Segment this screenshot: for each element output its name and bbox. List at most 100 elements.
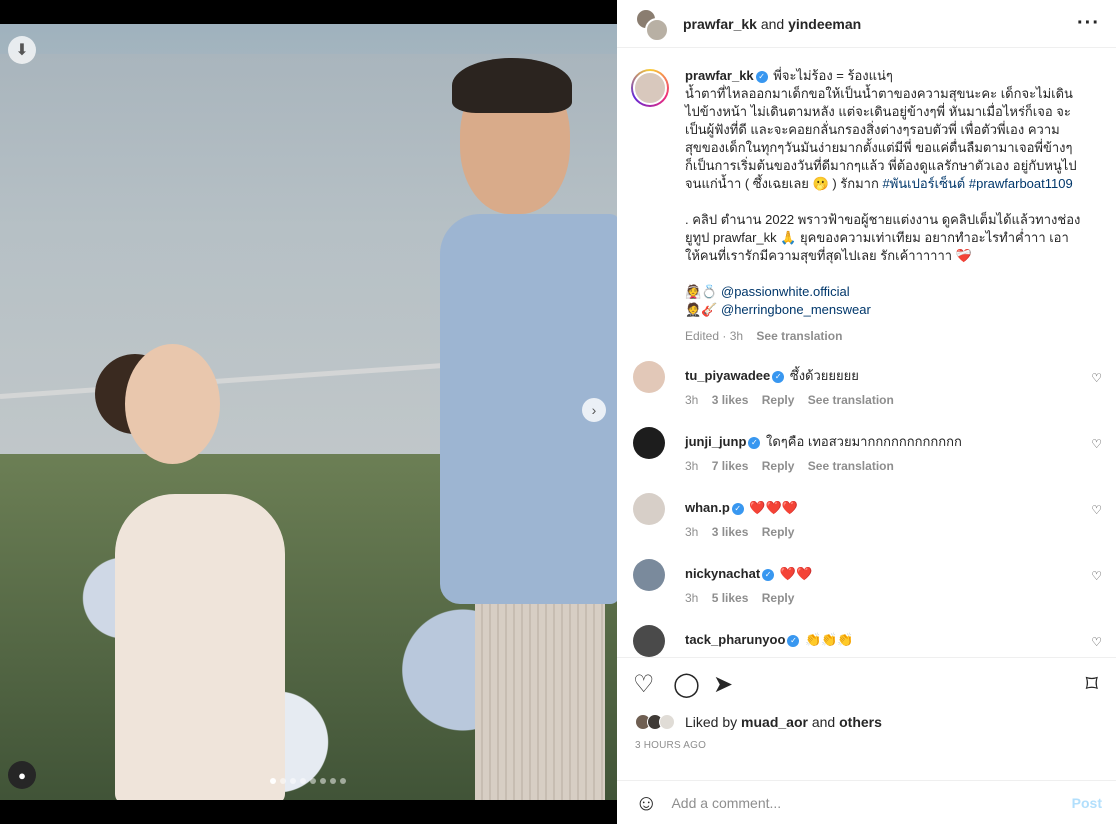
comment-icon[interactable]: ◯ [673, 670, 700, 699]
verified-icon: ✓ [731, 503, 744, 515]
caption-body: พี่จะไม่ร้อง = ร้องแน่ๆ น้ำตาที่ไหลออกมา… [685, 68, 1077, 191]
post-time[interactable]: 3 HOURS AGO [617, 740, 1116, 751]
verified-icon: ✓ [762, 569, 775, 581]
collab-avatars[interactable] [635, 4, 675, 44]
caption-username[interactable]: prawfar_kk [685, 68, 754, 83]
carousel-dots [270, 778, 346, 784]
caption-avatar[interactable] [631, 69, 669, 107]
likes-row: Liked by muad_aor and others [617, 708, 1116, 736]
comment-input[interactable] [671, 795, 1052, 811]
carousel-dot [290, 778, 296, 784]
more-icon[interactable]: ··· [1077, 12, 1100, 35]
comment-like-icon[interactable]: ♡ [1091, 371, 1102, 385]
comment-time: 3h [685, 591, 699, 605]
comment-username[interactable]: nickynachat [685, 566, 760, 581]
post-button[interactable]: Post [1072, 795, 1102, 811]
reply-button[interactable]: Reply [762, 525, 795, 539]
photo-pants [475, 604, 605, 800]
hashtag-link[interactable]: #พันเปอร์เซ็นต์ [882, 176, 965, 191]
comment-item: whan.p ✓ ❤️❤️❤️ 3h 3 likes Reply ♡ [617, 493, 1116, 559]
collab-names: prawfar_kk and yindeeman [683, 16, 861, 32]
header-user-link[interactable]: yindeeman [788, 16, 861, 32]
avatar[interactable] [633, 427, 665, 459]
credit-emoji: 👰💍 [685, 284, 718, 299]
avatar[interactable] [633, 361, 665, 393]
carousel-dot [310, 778, 316, 784]
comment-meta: 3h 3 likes Reply See translation [685, 393, 1100, 407]
comment-text: whan.p ✓ ❤️❤️❤️ [685, 493, 1100, 517]
mention-link[interactable]: @passionwhite.official [721, 284, 850, 299]
comment-text: tu_piyawadee ✓ ซึ้งด้วยยยยย [685, 361, 1100, 385]
action-icons: ♡ ◯ ➤ ⌑ [617, 658, 1116, 708]
carousel-dot [270, 778, 276, 784]
download-icon[interactable]: ⬇ [8, 36, 36, 64]
emoji-icon[interactable]: ☺ [635, 790, 657, 816]
comment-item: nickynachat ✓ ❤️❤️ 3h 5 likes Reply ♡ [617, 559, 1116, 625]
credit-emoji: 🤵🎸 [685, 302, 718, 317]
comment-text: junji_junp ✓ ใดๆคือ เทอสวยมากกกกกกกกกกกก [685, 427, 1100, 451]
comment-text: nickynachat ✓ ❤️❤️ [685, 559, 1100, 583]
avatar[interactable] [633, 493, 665, 525]
photo-dress [115, 494, 285, 800]
comment-body: ซึ้งด้วยยยยย [789, 368, 859, 383]
comment-meta: 3h 3 likes Reply [685, 525, 1100, 539]
reply-button[interactable]: Reply [762, 393, 795, 407]
comment-like-icon[interactable]: ♡ [1091, 635, 1102, 649]
header-and: and [760, 15, 785, 32]
bookmark-icon[interactable]: ⌑ [1086, 670, 1098, 699]
post-side-panel: prawfar_kk and yindeeman ··· prawfar_kk ✓… [617, 0, 1116, 824]
avatar [645, 17, 669, 42]
comment-like-icon[interactable]: ♡ [1091, 437, 1102, 451]
carousel-dot [280, 778, 286, 784]
comment-likes[interactable]: 3 likes [712, 525, 749, 539]
see-translation-button[interactable]: See translation [756, 329, 842, 343]
comment-text: tack_pharunyoo ✓ 👏👏👏 [685, 625, 1100, 649]
caption-text: prawfar_kk ✓ พี่จะไม่ร้อง = ร้องแน่ๆ น้ำต… [685, 67, 1100, 319]
next-arrow-icon[interactable]: › [582, 398, 606, 422]
comments-list: tu_piyawadee ✓ ซึ้งด้วยยยยย 3h 3 likes Re… [617, 361, 1116, 657]
carousel-dot [320, 778, 326, 784]
post-media[interactable] [0, 24, 617, 800]
comment-username[interactable]: whan.p [685, 500, 730, 515]
comment-like-icon[interactable]: ♡ [1091, 503, 1102, 517]
likes-others-link[interactable]: others [839, 714, 882, 730]
see-translation-button[interactable]: See translation [808, 459, 894, 473]
reply-button[interactable]: Reply [762, 459, 795, 473]
comment-item: tack_pharunyoo ✓ 👏👏👏 ♡ [617, 625, 1116, 657]
header-user-link[interactable]: prawfar_kk [683, 16, 757, 32]
hashtag-link[interactable]: #prawfarboat1109 [969, 176, 1073, 191]
verified-icon: ✓ [755, 71, 768, 83]
see-translation-button[interactable]: See translation [808, 393, 894, 407]
comment-meta: 3h 7 likes Reply See translation [685, 459, 1100, 473]
comment-time: 3h [685, 525, 699, 539]
share-icon[interactable]: ➤ [713, 670, 733, 699]
caption-body-2: . คลิป ตำนาน 2022 พราวฟ้าขอผู้ชายแต่งงาน… [685, 212, 1081, 263]
comment-time: 3h [685, 459, 699, 473]
comment-likes[interactable]: 3 likes [712, 393, 749, 407]
avatar[interactable] [633, 625, 665, 657]
comment-likes[interactable]: 5 likes [712, 591, 749, 605]
comments-scroll[interactable]: prawfar_kk ✓ พี่จะไม่ร้อง = ร้องแน่ๆ น้ำต… [617, 49, 1116, 657]
avatar[interactable] [633, 559, 665, 591]
carousel-dot [300, 778, 306, 784]
verified-icon: ✓ [772, 371, 785, 383]
comment-username[interactable]: tack_pharunyoo [685, 632, 785, 647]
photo-woman [95, 344, 325, 800]
edited-time: Edited · 3h [685, 329, 744, 343]
comment-body: ❤️❤️ [779, 566, 813, 581]
comment-meta: 3h 5 likes Reply [685, 591, 1100, 605]
comment-body: ใดๆคือ เทอสวยมากกกกกกกกกกกก [766, 434, 962, 449]
heart-icon[interactable]: ♡ [633, 670, 655, 699]
post-actions: ♡ ◯ ➤ ⌑ Liked by muad_aor and others 3 H… [617, 657, 1116, 824]
mention-link[interactable]: @herringbone_menswear [721, 302, 871, 317]
comment-likes[interactable]: 7 likes [712, 459, 749, 473]
comment-time: 3h [685, 393, 699, 407]
liked-by-user-link[interactable]: muad_aor [741, 714, 808, 730]
tagged-user-icon[interactable]: ● [8, 761, 36, 789]
comment-username[interactable]: tu_piyawadee [685, 368, 770, 383]
reply-button[interactable]: Reply [762, 591, 795, 605]
comment-like-icon[interactable]: ♡ [1091, 569, 1102, 583]
caption-meta: Edited · 3h See translation [685, 329, 1100, 343]
verified-icon: ✓ [748, 437, 761, 449]
comment-username[interactable]: junji_junp [685, 434, 746, 449]
